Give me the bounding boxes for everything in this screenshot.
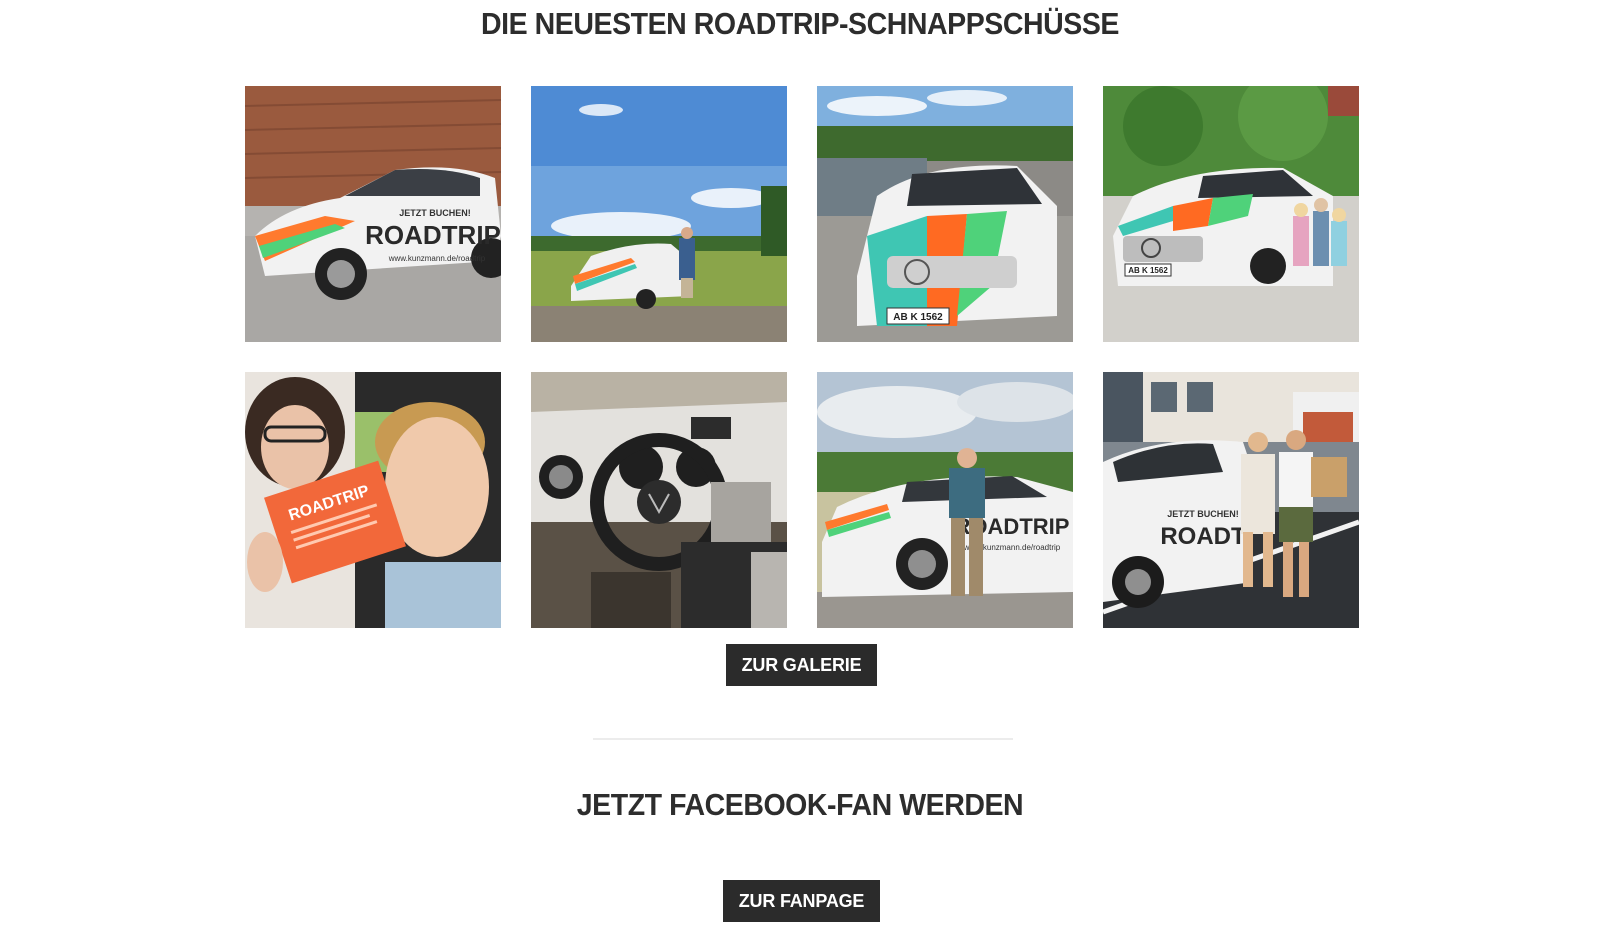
car-text: JETZT BUCHEN! [1167, 509, 1239, 519]
car-lake-image: AB K 1562 [817, 86, 1073, 342]
car-brand-text: ROADTRIP [365, 220, 501, 250]
car-brick-wall-image: JETZT BUCHEN! ROADTRIP www.kunzmann.de/r… [245, 86, 501, 342]
facebook-title: JETZT FACEBOOK-FAN WERDEN [576, 787, 1024, 822]
gallery-photo-2[interactable] [531, 86, 787, 342]
man-sky-car-image [531, 86, 787, 342]
selfie-flyer-image: ROADTRIP [245, 372, 501, 628]
gallery-button[interactable]: ZUR GALERIE [726, 644, 877, 686]
gallery-photo-5[interactable]: ROADTRIP [245, 372, 501, 628]
gallery-photo-1[interactable]: JETZT BUCHEN! ROADTRIP www.kunzmann.de/r… [245, 86, 501, 342]
gallery-photo-6[interactable] [531, 372, 787, 628]
gallery-photo-4[interactable]: AB K 1562 [1103, 86, 1359, 342]
photo-gallery: JETZT BUCHEN! ROADTRIP www.kunzmann.de/r… [245, 86, 1359, 628]
fanpage-button[interactable]: ZUR FANPAGE [723, 880, 880, 922]
gallery-title: DIE NEUESTEN ROADTRIP-SCHNAPPSCHÜSSE [481, 6, 1119, 41]
plate-text: AB K 1562 [893, 312, 943, 323]
gallery-photo-8[interactable]: JETZT BUCHEN! ROADT [1103, 372, 1359, 628]
couple-car-street-image: JETZT BUCHEN! ROADT [1103, 372, 1359, 628]
car-brand-text: ROADT [1160, 523, 1246, 550]
section-divider [593, 738, 1013, 740]
car-url-text: www.kunzmann.de/roadtrip [388, 254, 486, 263]
plate-text: AB K 1562 [1128, 266, 1168, 275]
gallery-photo-3[interactable]: AB K 1562 [817, 86, 1073, 342]
car-family-image: AB K 1562 [1103, 86, 1359, 342]
car-interior-image [531, 372, 787, 628]
gallery-photo-7[interactable]: ROADTRIP www.kunzmann.de/roadtrip [817, 372, 1073, 628]
car-text: JETZT BUCHEN! [399, 208, 471, 218]
man-car-clouds-image: ROADTRIP www.kunzmann.de/roadtrip [817, 372, 1073, 628]
